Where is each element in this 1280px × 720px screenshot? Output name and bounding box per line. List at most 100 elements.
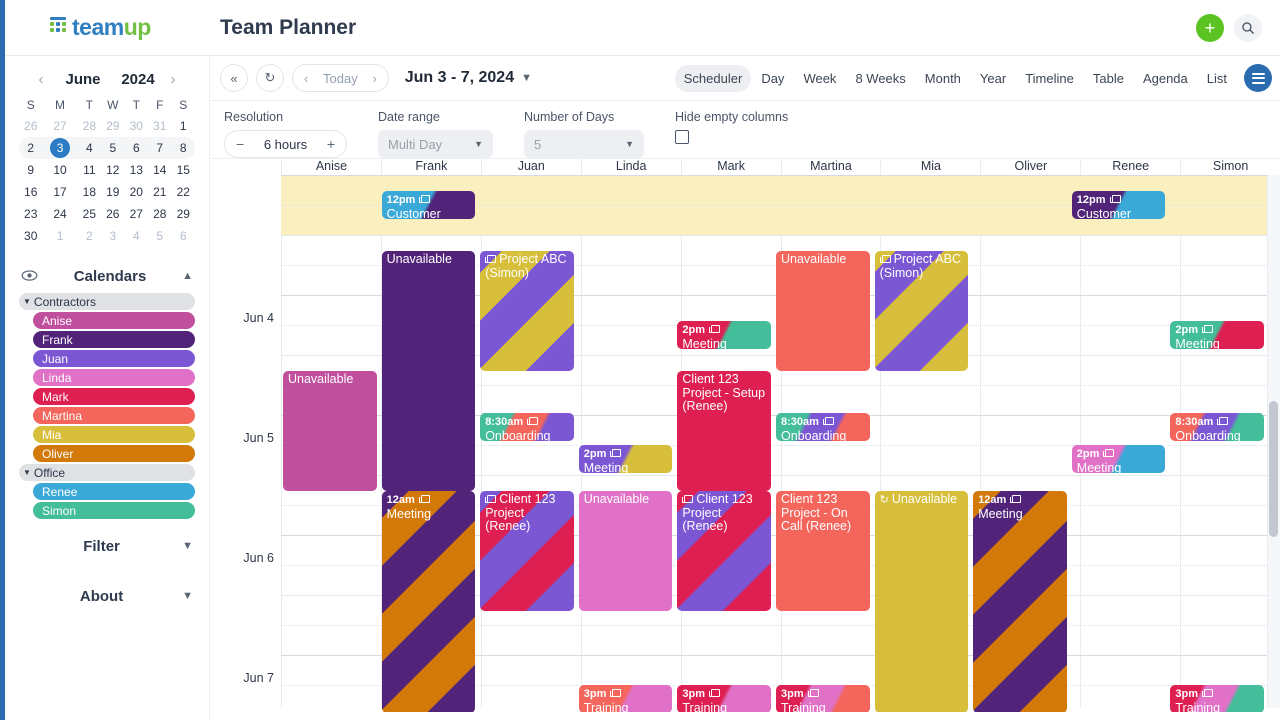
today-button[interactable]: Today (319, 71, 362, 86)
caret-down-icon[interactable]: ▼ (23, 297, 31, 306)
calendar-event[interactable]: 8:30am Onboarding (776, 413, 870, 441)
column-header-renee[interactable]: Renee (1080, 159, 1181, 179)
calendar-event[interactable]: 12pm Customer (1071, 191, 1166, 219)
teamup-logo[interactable]: teamup (5, 14, 209, 41)
mini-cal-day[interactable]: 28 (148, 203, 171, 225)
mini-cal-day[interactable]: 3 (42, 137, 78, 159)
date-range-display[interactable]: Jun 3 - 7, 2024 ▼ (405, 69, 532, 87)
view-tab-8-weeks[interactable]: 8 Weeks (846, 65, 914, 92)
calendar-event[interactable]: Client 123 Project (Renee) (677, 491, 771, 611)
mini-cal-day[interactable]: 13 (125, 159, 148, 181)
calendar-event[interactable]: 8:30am Onboarding (1170, 413, 1264, 441)
mini-cal-day[interactable]: 24 (42, 203, 77, 225)
calendar-event[interactable]: Project ABC (Simon) (480, 251, 574, 371)
scheduler-column-linda[interactable] (580, 175, 681, 708)
mini-cal-month[interactable]: June (52, 71, 114, 88)
mini-cal-day[interactable]: 3 (101, 225, 124, 247)
mini-cal-day[interactable]: 6 (124, 137, 149, 159)
mini-cal-day[interactable]: 23 (19, 203, 42, 225)
calendar-event[interactable]: Unavailable (776, 251, 870, 371)
calendar-event[interactable]: 3pm Training (578, 685, 673, 712)
calendar-event[interactable]: Unavailable (283, 371, 377, 491)
search-icon[interactable] (1234, 13, 1262, 42)
calendar-item-anise[interactable]: Anise (33, 312, 195, 329)
column-header-frank[interactable]: Frank (380, 159, 481, 179)
view-tab-month[interactable]: Month (916, 65, 970, 92)
column-header-martina[interactable]: Martina (780, 159, 881, 179)
calendar-event[interactable]: Client 123 Project (Renee) (480, 491, 574, 611)
view-tab-timeline[interactable]: Timeline (1016, 65, 1083, 92)
mini-cal-day[interactable]: 15 (171, 159, 195, 181)
mini-cal-day[interactable]: 21 (148, 181, 171, 203)
add-button[interactable]: + (1196, 13, 1224, 42)
mini-cal-day[interactable]: 16 (19, 181, 42, 203)
calendar-event[interactable]: 12am Meeting (381, 491, 476, 712)
next-period-icon[interactable]: › (362, 71, 388, 86)
mini-cal-day[interactable]: 6 (171, 225, 195, 247)
caret-down-icon[interactable]: ▼ (23, 468, 31, 477)
mini-cal-next-icon[interactable]: › (162, 71, 184, 88)
view-tab-table[interactable]: Table (1084, 65, 1133, 92)
mini-cal-day[interactable]: 2 (19, 137, 43, 159)
view-tab-agenda[interactable]: Agenda (1134, 65, 1197, 92)
mini-cal-day[interactable]: 7 (148, 137, 172, 159)
mini-cal-day[interactable]: 8 (171, 137, 195, 159)
calendar-group-contractors[interactable]: ▼ Contractors (19, 293, 195, 310)
resolution-stepper[interactable]: − 6 hours + (224, 130, 347, 158)
mini-cal-day[interactable]: 18 (78, 181, 101, 203)
scheduler-column-simon[interactable] (1180, 175, 1280, 708)
mini-cal-year[interactable]: 2024 (114, 71, 162, 88)
mini-cal-day[interactable]: 30 (125, 115, 148, 137)
calendar-event[interactable]: Client 123 Project - Setup (Renee) (677, 371, 771, 491)
calendar-item-linda[interactable]: Linda (33, 369, 195, 386)
calendar-event[interactable]: 12am Meeting (973, 491, 1067, 712)
calendar-item-juan[interactable]: Juan (33, 350, 195, 367)
calendar-event[interactable]: Unavailable (578, 491, 673, 611)
calendars-section-header[interactable]: Calendars ▲ (5, 259, 209, 293)
view-tab-year[interactable]: Year (971, 65, 1015, 92)
mini-cal-day[interactable]: 11 (78, 159, 101, 181)
view-tab-scheduler[interactable]: Scheduler (674, 64, 752, 92)
collapse-sidebar-button[interactable]: « (220, 64, 248, 92)
mini-cal-day[interactable]: 20 (125, 181, 148, 203)
filter-section[interactable]: Filter ▼ (21, 521, 193, 571)
refresh-button[interactable]: ↻ (256, 64, 284, 92)
column-header-simon[interactable]: Simon (1180, 159, 1280, 179)
about-section[interactable]: About ▼ (21, 571, 193, 621)
calendar-item-martina[interactable]: Martina (33, 407, 195, 424)
mini-cal-day[interactable]: 27 (42, 115, 77, 137)
mini-cal-day[interactable]: 1 (171, 115, 195, 137)
view-tab-day[interactable]: Day (752, 65, 793, 92)
vertical-scrollbar[interactable] (1267, 175, 1280, 708)
column-header-juan[interactable]: Juan (480, 159, 581, 179)
column-header-mark[interactable]: Mark (680, 159, 781, 179)
calendar-item-mark[interactable]: Mark (33, 388, 195, 405)
calendar-item-renee[interactable]: Renee (33, 483, 195, 500)
scrollbar-thumb[interactable] (1269, 401, 1278, 537)
calendar-event[interactable]: 2pm Meeting (1071, 445, 1166, 473)
mini-cal-day[interactable]: 29 (171, 203, 195, 225)
mini-cal-day[interactable]: 14 (148, 159, 171, 181)
calendar-group-office[interactable]: ▼ Office (19, 464, 195, 481)
number-of-days-select[interactable]: 5 ▼ (524, 130, 644, 158)
mini-cal-day[interactable]: 28 (78, 115, 101, 137)
calendar-event[interactable]: 8:30am Onboarding (480, 413, 574, 441)
mini-cal-day[interactable]: 1 (42, 225, 77, 247)
mini-cal-day[interactable]: 26 (101, 203, 124, 225)
mini-cal-day[interactable]: 31 (148, 115, 171, 137)
mini-cal-day[interactable]: 25 (78, 203, 101, 225)
resolution-increase-button[interactable]: + (327, 136, 335, 152)
mini-cal-day[interactable]: 5 (148, 225, 171, 247)
view-tab-list[interactable]: List (1198, 65, 1236, 92)
resolution-decrease-button[interactable]: − (236, 136, 244, 152)
mini-cal-day[interactable]: 2 (78, 225, 101, 247)
mini-cal-day[interactable]: 17 (42, 181, 77, 203)
mini-cal-day[interactable]: 4 (125, 225, 148, 247)
column-header-mia[interactable]: Mia (880, 159, 981, 179)
calendar-event[interactable]: 2pm Meeting (677, 321, 771, 349)
mini-cal-day[interactable]: 9 (19, 159, 42, 181)
prev-period-icon[interactable]: ‹ (293, 71, 319, 86)
calendar-event[interactable]: 2pm Meeting (578, 445, 673, 473)
calendar-event[interactable]: Project ABC (Simon) (874, 251, 969, 371)
calendar-event[interactable]: 3pm Training (776, 685, 870, 712)
